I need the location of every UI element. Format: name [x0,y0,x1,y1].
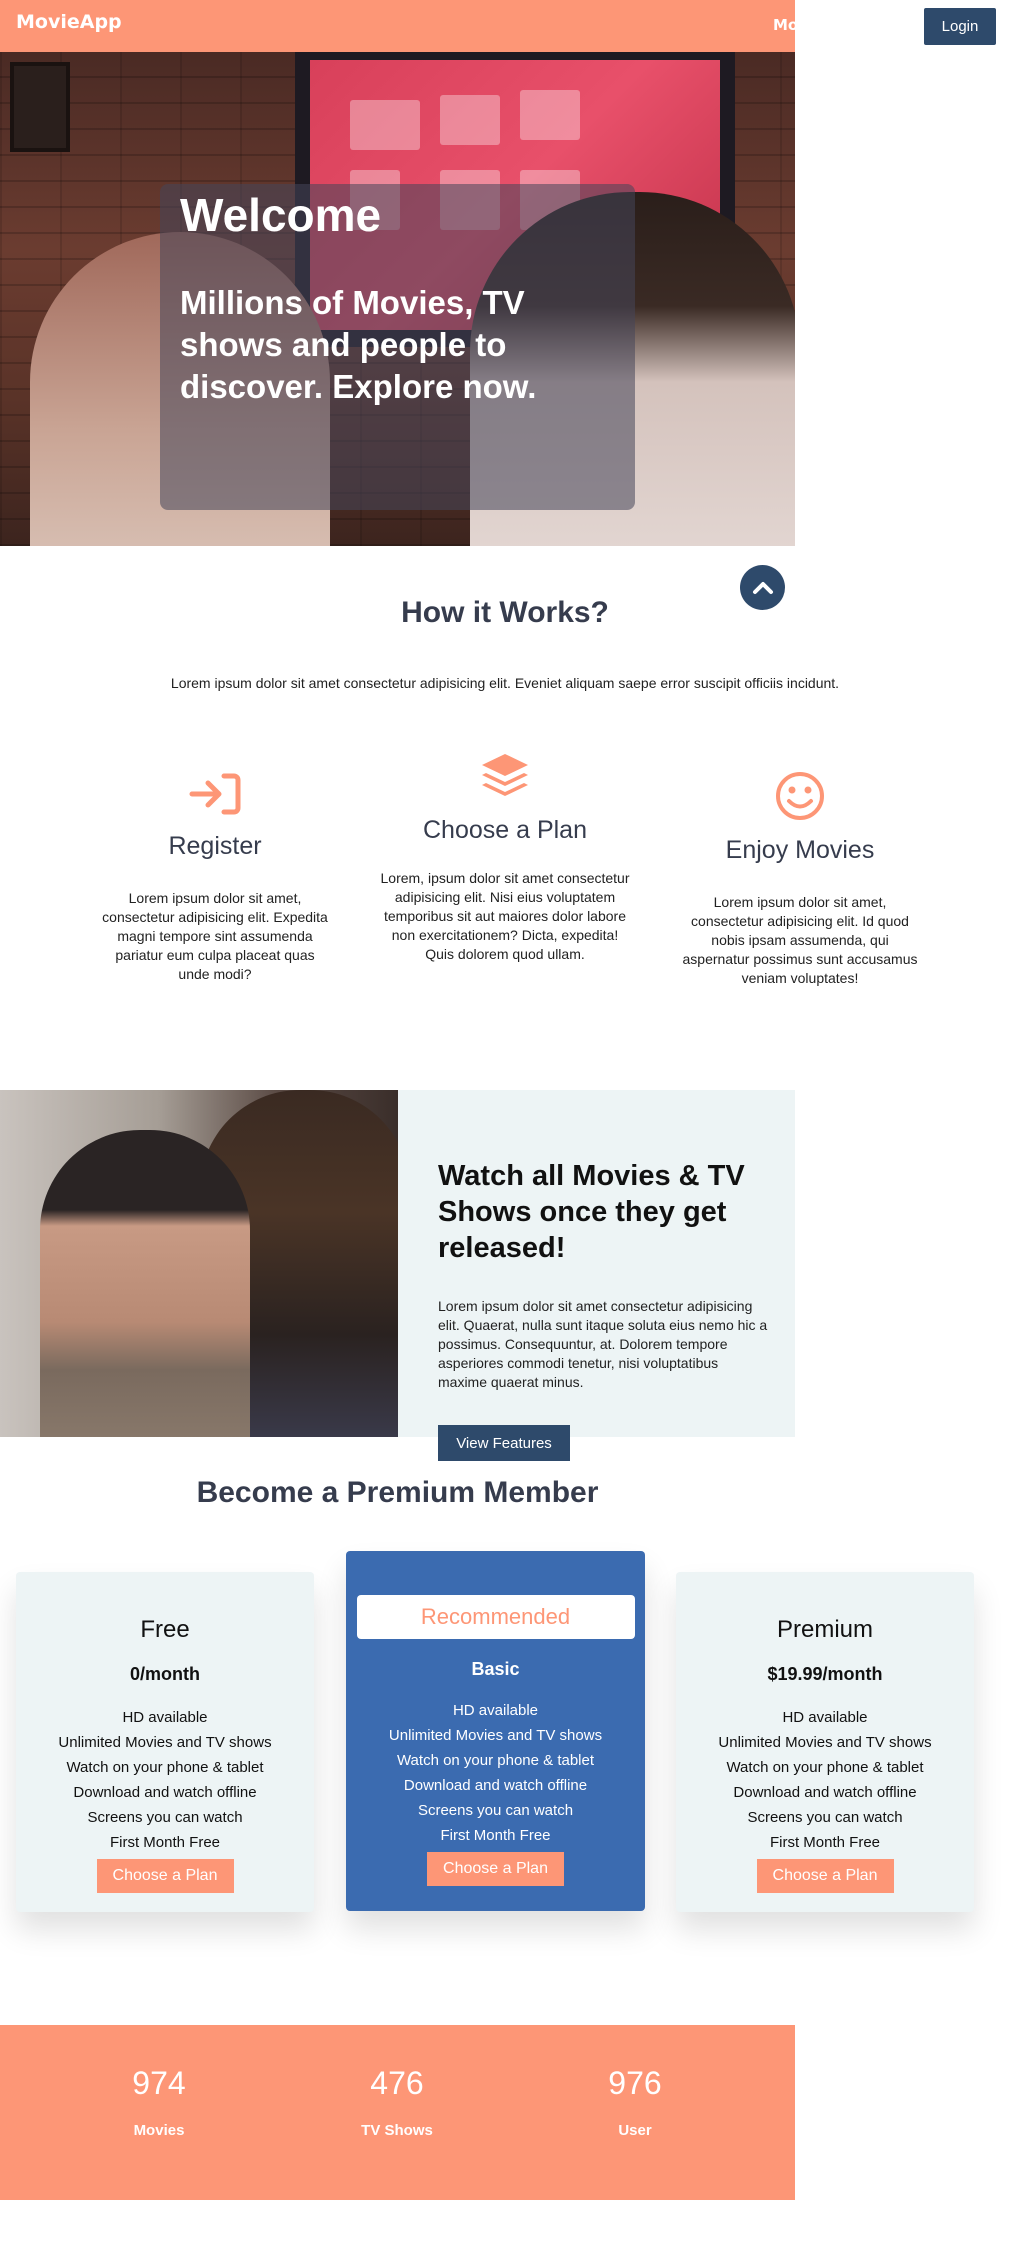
choose-plan-button[interactable]: Choose a Plan [427,1852,564,1886]
brand-logo[interactable]: MovieApp [16,11,122,33]
step-text: Lorem, ipsum dolor sit amet consectetur … [380,870,630,962]
plan-price: $19.99/month [767,1664,883,1684]
step-title: Enjoy Movies [725,836,875,864]
plan-feature: Unlimited Movies and TV shows [718,1734,932,1751]
how-it-works-title: How it Works? [401,596,609,629]
step-text: Lorem ipsum dolor sit amet, consectetur … [102,890,328,982]
choose-plan-button[interactable]: Choose a Plan [96,1859,234,1893]
step-title: Register [168,832,262,860]
plan-feature: Screens you can watch [417,1802,574,1819]
plan-feature: Screens you can watch [747,1809,903,1826]
nav-link-partial[interactable]: Mo [773,16,795,34]
plan-feature: First Month Free [769,1834,881,1851]
plan-feature: HD available [452,1702,539,1719]
couple-photo [0,1090,398,1437]
plan-name: Basic [471,1659,520,1679]
recommended-badge: Recommended [356,1595,635,1639]
plan-price: 0/month [130,1664,200,1684]
hero-title: Welcome [180,189,382,241]
step-text: Lorem ipsum dolor sit amet, consectetur … [682,894,918,986]
plan-card-premium: Premium $19.99/month HD available Unlimi… [676,1572,974,1912]
photo-woman [40,1130,250,1437]
stat-movies: 974 Movies [79,2065,239,2139]
watch-text: Lorem ipsum dolor sit amet consectetur a… [438,1298,768,1390]
plan-feature: Watch on your phone & tablet [396,1752,595,1769]
plan-feature: Download and watch offline [733,1784,917,1801]
premium-title: Become a Premium Member [196,1476,599,1509]
watch-title: Watch all Movies & TV Shows once they ge… [438,1160,745,1264]
plan-features: HD available Unlimited Movies and TV sho… [676,1705,974,1855]
plan-feature: HD available [782,1709,868,1726]
plan-feature: Screens you can watch [87,1809,243,1826]
stat-label: User [618,2122,652,2139]
step-register: Register Lorem ipsum dolor sit amet, con… [100,770,330,984]
how-it-works-description: Lorem ipsum dolor sit amet consectetur a… [170,675,840,691]
step-choose-plan: Choose a Plan Lorem, ipsum dolor sit ame… [380,750,630,964]
view-features-button[interactable]: View Features [438,1425,570,1461]
plan-name: Premium [776,1616,873,1643]
login-button[interactable]: Login [924,8,996,45]
plan-feature: First Month Free [440,1827,551,1844]
step-enjoy-movies: Enjoy Movies Lorem ipsum dolor sit amet,… [680,770,920,988]
stat-label: Movies [133,2122,185,2139]
hero-subtitle: Millions of Movies, TV shows and people … [180,284,537,405]
plan-feature: Unlimited Movies and TV shows [388,1727,603,1744]
plan-feature: Watch on your phone & tablet [726,1759,924,1776]
stats-bar: 974 Movies 476 TV Shows 976 User [0,2025,795,2200]
plan-card-basic: Recommended Basic HD available Unlimited… [346,1551,645,1911]
stat-users: 976 User [555,2065,715,2139]
plan-feature: Unlimited Movies and TV shows [58,1734,272,1751]
plan-feature: Download and watch offline [403,1777,588,1794]
plan-feature: Download and watch offline [73,1784,257,1801]
plan-feature: First Month Free [109,1834,221,1851]
step-title: Choose a Plan [422,816,587,844]
smile-icon [776,772,824,820]
choose-plan-button[interactable]: Choose a Plan [756,1859,894,1893]
plan-name: Free [140,1616,190,1643]
top-navbar: MovieApp Mo [0,0,795,52]
layers-icon [482,754,528,796]
stat-tv-shows: 476 TV Shows [317,2065,477,2139]
plan-features: HD available Unlimited Movies and TV sho… [346,1698,645,1848]
plan-features: HD available Unlimited Movies and TV sho… [16,1705,314,1855]
stat-value: 976 [608,2065,662,2101]
stat-label: TV Shows [361,2122,433,2139]
plan-feature: Watch on your phone & tablet [66,1759,264,1776]
sign-in-icon [189,773,241,815]
plan-feature: HD available [122,1709,208,1726]
stat-value: 974 [132,2065,186,2101]
stat-value: 476 [370,2065,424,2101]
wall-picture [10,62,70,152]
plan-card-free: Free 0/month HD available Unlimited Movi… [16,1572,314,1912]
